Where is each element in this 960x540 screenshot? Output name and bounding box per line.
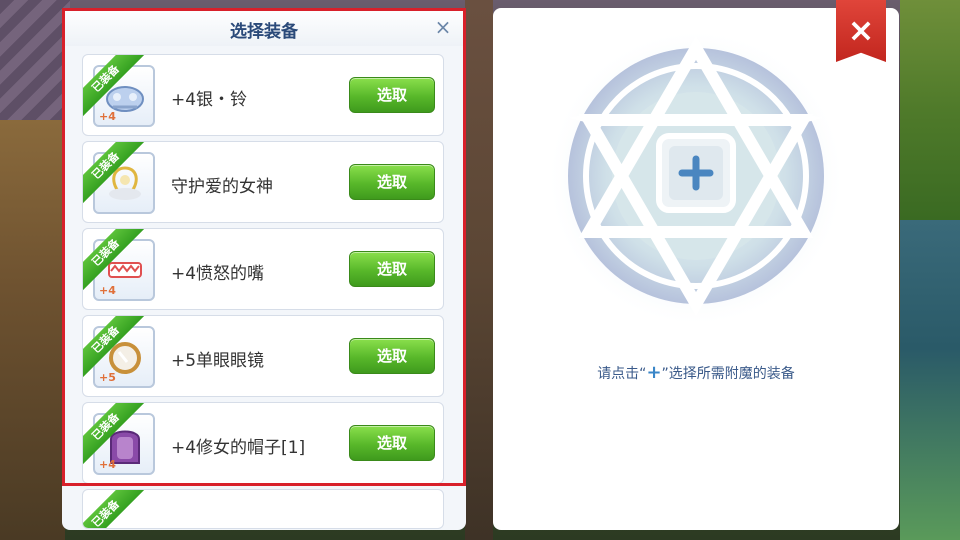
list-item[interactable]: +4 已装备 +4修女的帽子[1] 选取 [82, 402, 444, 484]
select-equipment-panel: 选择装备 × +4 已装备 +4银・铃 选取 已装备 守护爱的女神 选取 +4 … [62, 8, 466, 530]
item-name: +4银・铃 [171, 90, 248, 110]
enchant-panel: 请点击“+”选择所需附魔的装备 [493, 8, 899, 530]
select-button[interactable]: 选取 [349, 425, 435, 461]
background-wall [0, 120, 65, 540]
select-button[interactable]: 选取 [349, 164, 435, 200]
list-item[interactable]: +4 已装备 +4愤怒的嘴 选取 [82, 228, 444, 310]
list-item[interactable]: +4 已装备 +4银・铃 选取 [82, 54, 444, 136]
list-item[interactable]: 已装备 [82, 489, 444, 529]
hint-prefix: 请点击“ [597, 366, 647, 382]
refine-level: +4 [99, 284, 116, 297]
plus-icon: + [646, 362, 662, 383]
item-name: +4愤怒的嘴 [171, 264, 265, 284]
panel-header: 选择装备 × [62, 8, 466, 46]
hint-text: 请点击“+”选择所需附魔的装备 [493, 362, 899, 383]
select-button[interactable]: 选取 [349, 77, 435, 113]
background-divider [465, 0, 493, 540]
select-button[interactable]: 选取 [349, 251, 435, 287]
close-icon[interactable]: × [432, 16, 454, 38]
item-name: +5单眼眼镜 [171, 351, 265, 371]
select-button[interactable]: 选取 [349, 338, 435, 374]
refine-level: +4 [99, 458, 116, 471]
hint-suffix: ”选择所需附魔的装备 [661, 366, 795, 382]
refine-level: +5 [99, 371, 116, 384]
equipment-list: +4 已装备 +4银・铃 选取 已装备 守护爱的女神 选取 +4 已装备 +4愤… [82, 54, 444, 530]
refine-level: +4 [99, 110, 116, 123]
background-roof [0, 0, 70, 120]
equipped-badge: 已装备 [83, 490, 145, 528]
list-item[interactable]: +5 已装备 +5单眼眼镜 选取 [82, 315, 444, 397]
list-item[interactable]: 已装备 守护爱的女神 选取 [82, 141, 444, 223]
close-button[interactable]: × [836, 0, 886, 62]
item-name: +4修女的帽子[1] [171, 438, 306, 458]
background-tree [900, 0, 960, 220]
magic-seal-icon[interactable] [533, 28, 859, 328]
item-name: 守护爱的女神 [171, 177, 273, 197]
panel-title: 选择装备 [230, 22, 298, 42]
background-ground [900, 220, 960, 540]
